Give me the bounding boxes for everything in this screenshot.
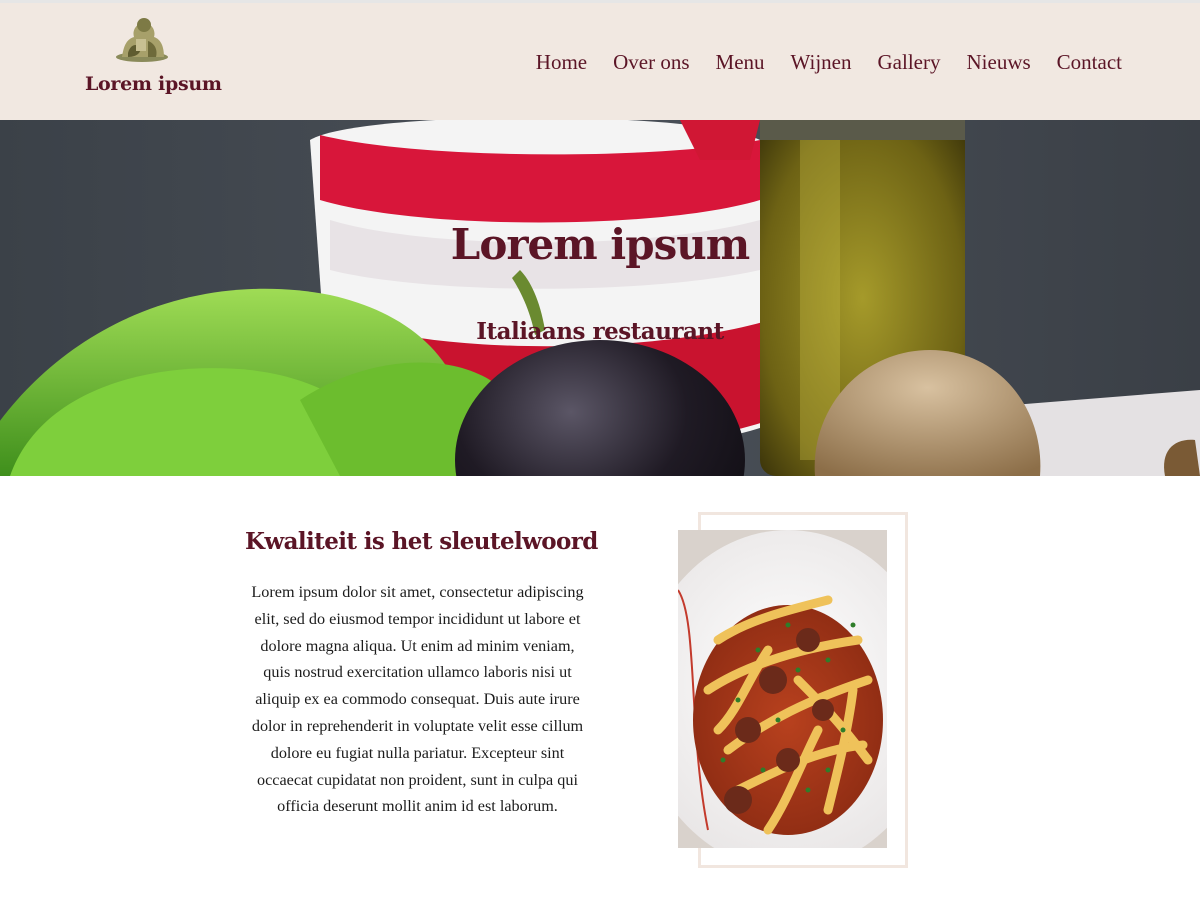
intro-section: Kwaliteit is het sleutelwoord Lorem ipsu… bbox=[245, 528, 598, 820]
intro-title: Kwaliteit is het sleutelwoord bbox=[245, 528, 598, 555]
nav-item-menu[interactable]: Menu bbox=[716, 49, 765, 75]
nav-item-nieuws[interactable]: Nieuws bbox=[967, 49, 1031, 75]
logo-link[interactable]: Lorem ipsum bbox=[80, 13, 222, 95]
site-header: Lorem ipsum Home Over ons Menu Wijnen Ga… bbox=[0, 3, 1200, 120]
nav-item-wijnen[interactable]: Wijnen bbox=[791, 49, 852, 75]
intro-body: Lorem ipsum dolor sit amet, consectetur … bbox=[251, 583, 584, 816]
pasta-dish-image bbox=[678, 530, 887, 848]
main-nav: Home Over ons Menu Wijnen Gallery Nieuws… bbox=[510, 49, 1122, 75]
hero-banner: Lorem ipsum Italiaans restaurant bbox=[0, 120, 1200, 476]
hero-background-image bbox=[0, 120, 1200, 476]
nav-item-over-ons[interactable]: Over ons bbox=[613, 49, 689, 75]
hero-subtitle: Italiaans restaurant bbox=[476, 318, 724, 345]
hero-title: Lorem ipsum bbox=[450, 220, 750, 269]
logo-illustration-icon bbox=[116, 18, 168, 62]
nav-item-contact[interactable]: Contact bbox=[1057, 49, 1122, 75]
logo-text: Lorem ipsum bbox=[85, 73, 222, 95]
nav-item-home[interactable]: Home bbox=[536, 49, 587, 75]
nav-item-gallery[interactable]: Gallery bbox=[878, 49, 941, 75]
